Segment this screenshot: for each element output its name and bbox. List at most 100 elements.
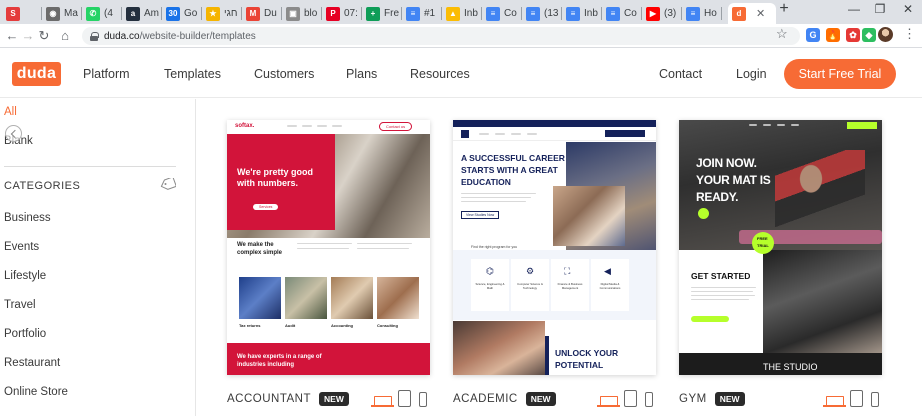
preview-nav-link (749, 124, 757, 126)
template-card-gym[interactable]: JOIN NOW. YOUR MAT IS READY. FREE TRIAL … (679, 120, 882, 375)
duda-logo[interactable]: duda (12, 62, 61, 86)
category-travel[interactable]: Travel (4, 299, 36, 311)
active-tab[interactable]: d ✕ (728, 3, 776, 24)
profile-avatar[interactable] (878, 27, 893, 42)
preview-service-image (377, 277, 419, 319)
mobile-preview-icon[interactable] (871, 392, 879, 407)
tab-favicon-icon: ◉ (46, 6, 60, 21)
tab-title: Du (264, 8, 277, 19)
program-label: Finance & Business Management (557, 282, 583, 290)
preview-hero-title: with numbers. (237, 178, 299, 188)
chart-icon: ⛶ (564, 266, 571, 276)
preview-service-label: Consulting (377, 323, 398, 328)
browser-menu-icon[interactable]: ⋮ (903, 27, 916, 41)
browser-tab[interactable]: M Du (242, 3, 282, 24)
category-lifestyle[interactable]: Lifestyle (4, 270, 46, 282)
nav-plans[interactable]: Plans (346, 67, 377, 81)
preview-service-image (285, 277, 327, 319)
address-bar[interactable]: duda.co/website-builder/templates (82, 27, 800, 45)
dna-icon: ⌬ (486, 266, 494, 276)
category-business[interactable]: Business (4, 212, 51, 224)
tab-title: Co (624, 8, 637, 19)
browser-tab[interactable]: ≡ Co (482, 3, 522, 24)
browser-tab[interactable]: ▶ (3) (642, 3, 682, 24)
nav-customers[interactable]: Customers (254, 67, 314, 81)
browser-tab[interactable]: ★ חגי (202, 3, 242, 24)
start-free-trial-button[interactable]: Start Free Trial (784, 59, 896, 89)
browser-tab[interactable]: 30 Go (162, 3, 202, 24)
template-name: ACCOUNTANT (227, 393, 312, 405)
desktop-preview-icon[interactable] (371, 396, 394, 407)
scroll-back-icon[interactable] (5, 125, 22, 142)
preview-hero-title: We're pretty good (237, 167, 313, 177)
browser-tab[interactable]: S (2, 3, 42, 24)
extension-flower-icon[interactable]: ✿ (846, 28, 860, 42)
tab-title: Fre (384, 8, 399, 19)
tab-favicon-icon: ★ (206, 6, 220, 21)
preview-paragraph (357, 248, 409, 249)
preview-play-button (698, 208, 709, 219)
tab-title: (4 (104, 8, 113, 19)
browser-tab[interactable]: ▲ Inb (442, 3, 482, 24)
browser-tab[interactable]: a Am (122, 3, 162, 24)
preview-cta-button (691, 316, 729, 322)
preview-nav-link (479, 133, 489, 135)
browser-tab[interactable]: ≡ Ho (682, 3, 722, 24)
extension-g-icon[interactable]: G (806, 28, 820, 42)
filter-all[interactable]: All (4, 106, 17, 118)
browser-tab[interactable]: P 07: (322, 3, 362, 24)
preview-programs-heading: Find the right program for you (471, 245, 518, 249)
nav-platform[interactable]: Platform (83, 67, 130, 81)
tablet-preview-icon[interactable] (850, 390, 863, 407)
nav-resources[interactable]: Resources (410, 67, 470, 81)
category-online-store[interactable]: Online Store (4, 386, 68, 398)
tab-title: Ma (64, 8, 78, 19)
tablet-preview-icon[interactable] (624, 390, 637, 407)
browser-tab[interactable]: + Fre (362, 3, 402, 24)
tab-favicon-icon: a (126, 6, 140, 21)
preview-hero-title: STARTS WITH A GREAT (461, 165, 558, 175)
extension-fire-icon[interactable]: 🔥 (826, 28, 840, 42)
nav-login[interactable]: Login (736, 67, 767, 81)
tab-favicon-icon: P (326, 6, 340, 21)
reload-icon[interactable]: ↻ (35, 27, 53, 45)
browser-tab[interactable]: ≡ Co (602, 3, 642, 24)
template-card-accountant[interactable]: softax. Contact us We're pretty good wit… (227, 120, 430, 375)
template-meta-accountant: ACCOUNTANT NEW (227, 388, 349, 410)
site-header: duda Platform Templates Customers Plans … (0, 49, 922, 98)
bookmark-star-icon[interactable]: ☆ (776, 26, 788, 42)
mobile-preview-icon[interactable] (419, 392, 427, 407)
mobile-preview-icon[interactable] (645, 392, 653, 407)
template-card-academic[interactable]: A SUCCESSFUL CAREER STARTS WITH A GREAT … (453, 120, 656, 375)
category-portfolio[interactable]: Portfolio (4, 328, 46, 340)
home-icon[interactable]: ⌂ (56, 27, 74, 45)
desktop-preview-icon[interactable] (823, 396, 846, 407)
preview-footer-title: THE STUDIO (763, 362, 818, 372)
browser-tab[interactable]: ≡ (13 (522, 3, 562, 24)
nav-templates[interactable]: Templates (164, 67, 221, 81)
browser-tab[interactable]: ≡ Inb (562, 3, 602, 24)
tab-title: (13 (544, 8, 559, 19)
category-restaurant[interactable]: Restaurant (4, 357, 60, 369)
preview-band-title: industries including (237, 362, 295, 368)
minimize-button[interactable]: — (842, 2, 866, 16)
preview-hero-button: Services (253, 204, 279, 210)
browser-tab[interactable]: ▣ blo (282, 3, 322, 24)
browser-tab[interactable]: ◉ Ma (42, 3, 82, 24)
browser-tab[interactable]: ✆ (4 (82, 3, 122, 24)
extension-evernote-icon[interactable]: ◆ (862, 28, 876, 42)
new-tab-button[interactable]: + (772, 0, 796, 18)
category-events[interactable]: Events (4, 241, 39, 253)
browser-tab-strip: S ◉ Ma ✆ (4 a Am 30 Go ★ חגי M Du ▣ blo P 07: + Fre ≡ #1 ▲ Inb… (0, 0, 922, 24)
close-tab-icon[interactable]: ✕ (756, 7, 765, 20)
close-window-button[interactable]: ✕ (896, 2, 920, 16)
desktop-preview-icon[interactable] (597, 396, 620, 407)
restore-button[interactable]: ❐ (868, 2, 892, 16)
nav-contact[interactable]: Contact (659, 67, 702, 81)
tablet-preview-icon[interactable] (398, 390, 411, 407)
tab-title: Ho (704, 8, 717, 19)
preview-service-label: Audit (285, 323, 296, 328)
preview-service-image (239, 277, 281, 319)
browser-tab[interactable]: ≡ #1 (402, 3, 442, 24)
preview-service-label: Tax returns (239, 323, 261, 328)
